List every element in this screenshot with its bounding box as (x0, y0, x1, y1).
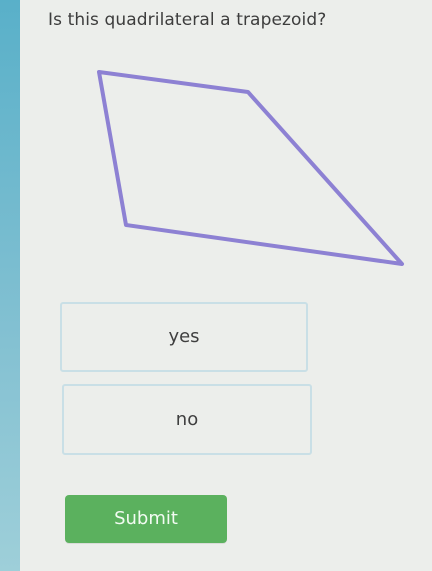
quadrilateral-shape (97, 70, 404, 266)
answer-option-no[interactable]: no (62, 384, 312, 455)
answer-option-yes[interactable]: yes (60, 302, 308, 372)
submit-button[interactable]: Submit (65, 495, 227, 543)
quadrilateral-figure (0, 0, 432, 290)
